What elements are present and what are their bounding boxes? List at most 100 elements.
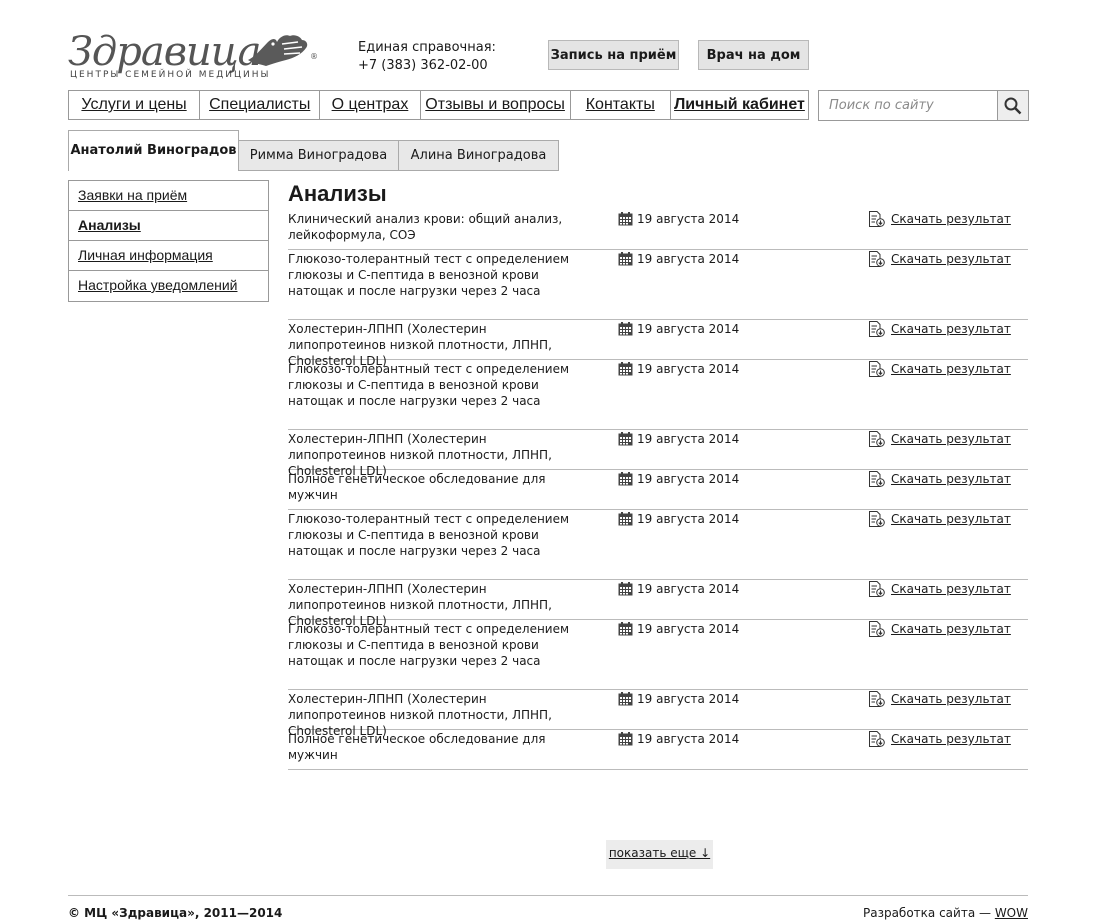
analysis-date: 19 августа 2014 bbox=[618, 211, 739, 227]
download-result-label: Скачать результат bbox=[891, 622, 1011, 636]
calendar-icon bbox=[618, 212, 633, 226]
download-document-icon bbox=[869, 321, 885, 337]
analysis-date-text: 19 августа 2014 bbox=[637, 582, 740, 596]
analysis-row: Глюкозо-толерантный тест с определением … bbox=[288, 620, 1028, 690]
download-document-icon bbox=[869, 251, 885, 267]
analysis-date: 19 августа 2014 bbox=[618, 361, 739, 377]
download-result-label: Скачать результат bbox=[891, 582, 1011, 596]
sidebar-item-personal-info[interactable]: Личная информация bbox=[69, 241, 268, 271]
download-result-link[interactable]: Скачать результат bbox=[868, 211, 1011, 227]
calendar-icon bbox=[618, 732, 633, 746]
download-result-label: Скачать результат bbox=[891, 362, 1011, 376]
search-input[interactable] bbox=[819, 91, 999, 120]
analysis-date: 19 августа 2014 bbox=[618, 731, 739, 747]
analysis-name: Глюкозо-толерантный тест с определением … bbox=[288, 362, 570, 408]
copyright: © МЦ «Здравица», 2011—2014 bbox=[68, 906, 283, 920]
download-result-link[interactable]: Скачать результат bbox=[868, 731, 1011, 747]
calendar-icon bbox=[618, 472, 633, 486]
download-document-icon bbox=[869, 731, 885, 747]
download-result-label: Скачать результат bbox=[891, 252, 1011, 266]
analysis-row: Глюкозо-толерантный тест с определением … bbox=[288, 510, 1028, 580]
tab-patient-anatoly[interactable]: Анатолий Виноградов bbox=[68, 130, 239, 171]
download-result-link[interactable]: Скачать результат bbox=[868, 581, 1011, 597]
analysis-date-text: 19 августа 2014 bbox=[637, 212, 740, 226]
analysis-date-text: 19 августа 2014 bbox=[637, 512, 740, 526]
nav-item-reviews[interactable]: Отзывы и вопросы bbox=[421, 91, 571, 119]
download-result-link[interactable]: Скачать результат bbox=[868, 251, 1011, 267]
analysis-row: Полное генетическое обследование для муж… bbox=[288, 730, 1028, 770]
analysis-date: 19 августа 2014 bbox=[618, 691, 739, 707]
analysis-name: Клинический анализ крови: общий анализ, … bbox=[288, 212, 563, 242]
tab-patient-rimma[interactable]: Римма Виноградова bbox=[238, 140, 399, 171]
analysis-date-text: 19 августа 2014 bbox=[637, 362, 740, 376]
download-result-link[interactable]: Скачать результат bbox=[868, 691, 1011, 707]
analysis-date: 19 августа 2014 bbox=[618, 581, 739, 597]
tab-patient-alina[interactable]: Алина Виноградова bbox=[398, 140, 559, 171]
show-more-button[interactable]: показать еще ↓ bbox=[606, 840, 713, 869]
nav-item-account[interactable]: Личный кабинет bbox=[671, 91, 808, 119]
registered-icon: ® bbox=[310, 52, 318, 61]
download-document-icon bbox=[869, 621, 885, 637]
analysis-name: Полное генетическое обследование для муж… bbox=[288, 472, 546, 502]
download-result-label: Скачать результат bbox=[891, 432, 1011, 446]
sidebar-item-analyses[interactable]: Анализы bbox=[69, 211, 268, 241]
nav-item-services[interactable]: Услуги и цены bbox=[69, 91, 201, 119]
analysis-date-text: 19 августа 2014 bbox=[637, 472, 740, 486]
analysis-date: 19 августа 2014 bbox=[618, 431, 739, 447]
analysis-row: Глюкозо-толерантный тест с определением … bbox=[288, 360, 1028, 430]
analyses-list: Клинический анализ крови: общий анализ, … bbox=[288, 210, 1028, 770]
hotline: Единая справочная: +7 (383) 362-02-00 bbox=[358, 39, 496, 75]
developer-link[interactable]: WOW bbox=[995, 906, 1028, 920]
download-result-label: Скачать результат bbox=[891, 212, 1011, 226]
analysis-name: Глюкозо-толерантный тест с определением … bbox=[288, 512, 570, 558]
hotline-label: Единая справочная: bbox=[358, 40, 496, 55]
home-doctor-button[interactable]: Врач на дом bbox=[698, 40, 809, 70]
appointment-button[interactable]: Запись на приём bbox=[548, 40, 679, 70]
search-box bbox=[818, 90, 1029, 121]
analysis-name: Глюкозо-толерантный тест с определением … bbox=[288, 622, 570, 668]
calendar-icon bbox=[618, 582, 633, 596]
sidebar-item-notifications[interactable]: Настройка уведомлений bbox=[69, 271, 268, 301]
calendar-icon bbox=[618, 252, 633, 266]
analysis-name: Полное генетическое обследование для муж… bbox=[288, 732, 546, 762]
main-nav: Услуги и цены Специалисты О центрах Отзы… bbox=[68, 90, 809, 120]
download-result-label: Скачать результат bbox=[891, 512, 1011, 526]
nav-item-contacts[interactable]: Контакты bbox=[571, 91, 671, 119]
analysis-row: Холестерин-ЛПНП (Холестерин липопротеино… bbox=[288, 430, 1028, 478]
sidebar-item-appointments[interactable]: Заявки на приём bbox=[69, 181, 268, 211]
calendar-icon bbox=[618, 322, 633, 336]
search-button[interactable] bbox=[997, 91, 1028, 120]
download-document-icon bbox=[869, 471, 885, 487]
analysis-date: 19 августа 2014 bbox=[618, 471, 739, 487]
download-result-link[interactable]: Скачать результат bbox=[868, 471, 1011, 487]
analysis-date-text: 19 августа 2014 bbox=[637, 692, 740, 706]
download-result-link[interactable]: Скачать результат bbox=[868, 431, 1011, 447]
calendar-icon bbox=[618, 362, 633, 376]
site-logo[interactable]: Здравица ® ЦЕНТРЫ СЕМЕЙНОЙ МЕДИЦИНЫ bbox=[68, 30, 328, 82]
hotline-phone[interactable]: +7 (383) 362-02-00 bbox=[358, 57, 496, 75]
logo-wordmark: Здравица bbox=[68, 29, 262, 75]
analysis-row: Холестерин-ЛПНП (Холестерин липопротеино… bbox=[288, 320, 1028, 368]
download-result-label: Скачать результат bbox=[891, 692, 1011, 706]
nav-item-specialists[interactable]: Специалисты bbox=[200, 91, 321, 119]
download-result-link[interactable]: Скачать результат bbox=[868, 361, 1011, 377]
download-result-label: Скачать результат bbox=[891, 322, 1011, 336]
analysis-date-text: 19 августа 2014 bbox=[637, 322, 740, 336]
footer-divider bbox=[68, 895, 1028, 896]
logo-hand-bird-icon bbox=[248, 35, 308, 66]
download-result-link[interactable]: Скачать результат bbox=[868, 621, 1011, 637]
analysis-row: Глюкозо-толерантный тест с определением … bbox=[288, 250, 1028, 320]
analysis-row: Холестерин-ЛПНП (Холестерин липопротеино… bbox=[288, 580, 1028, 628]
calendar-icon bbox=[618, 622, 633, 636]
download-document-icon bbox=[869, 691, 885, 707]
analysis-date: 19 августа 2014 bbox=[618, 321, 739, 337]
download-document-icon bbox=[869, 211, 885, 227]
analysis-row: Клинический анализ крови: общий анализ, … bbox=[288, 210, 1028, 250]
analysis-row: Холестерин-ЛПНП (Холестерин липопротеино… bbox=[288, 690, 1028, 738]
nav-item-about[interactable]: О центрах bbox=[320, 91, 421, 119]
developer-credit: Разработка сайта — WOW bbox=[863, 906, 1028, 920]
search-icon bbox=[1004, 97, 1022, 114]
download-result-link[interactable]: Скачать результат bbox=[868, 321, 1011, 337]
download-result-link[interactable]: Скачать результат bbox=[868, 511, 1011, 527]
analysis-date-text: 19 августа 2014 bbox=[637, 252, 740, 266]
